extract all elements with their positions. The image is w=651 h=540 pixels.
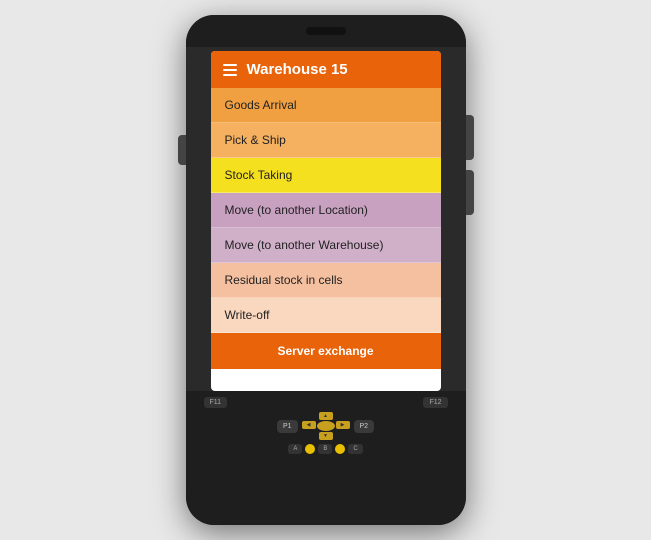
app-title: Warehouse 15 bbox=[247, 61, 348, 78]
menu-item-residual[interactable]: Residual stock in cells bbox=[211, 263, 441, 298]
device-keypad: F11 F12 P1 ▲ ◀ ▶ ▼ P2 A bbox=[186, 391, 466, 525]
key-b[interactable]: B bbox=[318, 444, 332, 454]
dpad-right[interactable]: ▶ bbox=[336, 421, 350, 429]
dpad-down[interactable]: ▼ bbox=[319, 432, 333, 440]
f12-key[interactable]: F12 bbox=[423, 397, 447, 408]
navigation-row: P1 ▲ ◀ ▶ ▼ P2 bbox=[196, 412, 456, 440]
server-exchange-button[interactable]: Server exchange bbox=[211, 333, 441, 369]
dpad-left[interactable]: ◀ bbox=[302, 421, 316, 429]
menu-list: Goods Arrival Pick & Ship Stock Taking M… bbox=[211, 88, 441, 333]
device-top bbox=[186, 15, 466, 47]
function-key-row: F11 F12 bbox=[196, 397, 456, 408]
dpad-up[interactable]: ▲ bbox=[319, 412, 333, 420]
p1-key[interactable]: P1 bbox=[277, 420, 298, 433]
menu-item-pick-ship[interactable]: Pick & Ship bbox=[211, 123, 441, 158]
device-screen: Warehouse 15 Goods Arrival Pick & Ship S… bbox=[211, 51, 441, 391]
alpha-key-row: A B C bbox=[196, 444, 456, 454]
app-header: Warehouse 15 bbox=[211, 51, 441, 88]
handheld-device: Warehouse 15 Goods Arrival Pick & Ship S… bbox=[186, 15, 466, 525]
menu-item-goods-arrival[interactable]: Goods Arrival bbox=[211, 88, 441, 123]
menu-item-writeoff[interactable]: Write-off bbox=[211, 298, 441, 333]
side-button-right-top[interactable] bbox=[466, 115, 474, 160]
menu-item-move-location[interactable]: Move (to another Location) bbox=[211, 193, 441, 228]
hamburger-menu-icon[interactable] bbox=[223, 64, 237, 76]
yellow-indicator bbox=[305, 444, 315, 454]
yellow-indicator-2 bbox=[335, 444, 345, 454]
key-c[interactable]: C bbox=[348, 444, 362, 454]
menu-item-move-warehouse[interactable]: Move (to another Warehouse) bbox=[211, 228, 441, 263]
side-button-left[interactable] bbox=[178, 135, 186, 165]
menu-item-stock-taking[interactable]: Stock Taking bbox=[211, 158, 441, 193]
f11-key[interactable]: F11 bbox=[204, 397, 228, 408]
side-button-right-bottom[interactable] bbox=[466, 170, 474, 215]
p2-key[interactable]: P2 bbox=[354, 420, 375, 433]
dpad: ▲ ◀ ▶ ▼ bbox=[302, 412, 350, 440]
key-a[interactable]: A bbox=[288, 444, 302, 454]
dpad-center[interactable] bbox=[317, 421, 335, 431]
